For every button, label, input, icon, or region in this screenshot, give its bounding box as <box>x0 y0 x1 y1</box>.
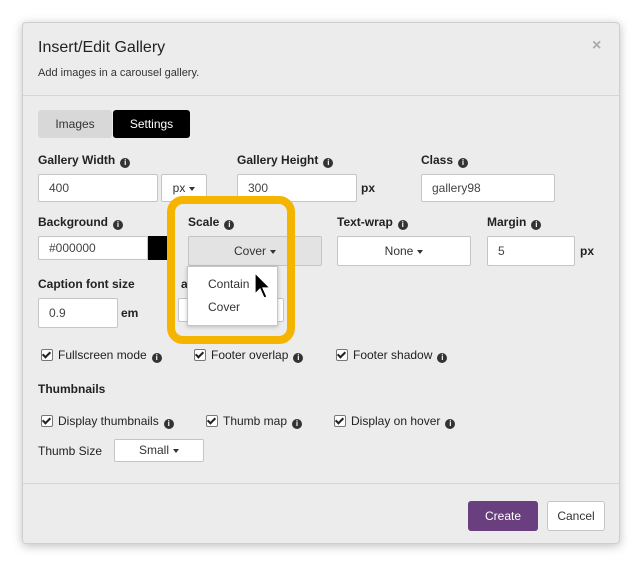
background-color-input[interactable]: #000000 <box>38 236 148 260</box>
caption-font-size-unit: em <box>121 306 139 320</box>
tab-settings[interactable]: Settings <box>113 110 190 138</box>
gallery-height-unit: px <box>361 181 376 195</box>
fullscreen-mode-label: Fullscreen mode i <box>58 348 162 363</box>
dialog-header: Insert/Edit Gallery Add images in a caro… <box>23 23 619 96</box>
info-icon[interactable]: i <box>323 158 334 168</box>
caret-down-icon <box>173 449 179 453</box>
footer-shadow-checkbox[interactable] <box>336 349 348 361</box>
info-icon[interactable]: i <box>397 220 408 230</box>
caption-font-size-input[interactable]: 0.9 <box>38 298 118 328</box>
info-icon[interactable]: i <box>458 158 469 168</box>
margin-unit: px <box>580 244 595 258</box>
margin-input[interactable]: 5 <box>487 236 575 266</box>
dialog-title: Insert/Edit Gallery <box>38 39 166 56</box>
close-icon[interactable]: × <box>592 37 601 55</box>
footer-overlap-label: Footer overlap i <box>211 348 304 363</box>
info-icon[interactable]: i <box>120 158 131 168</box>
display-thumbnails-label: Display thumbnails i <box>58 414 174 429</box>
gallery-width-input[interactable]: 400 <box>38 174 158 202</box>
footer-divider <box>23 483 619 484</box>
info-icon[interactable]: i <box>151 353 162 363</box>
tab-images[interactable]: Images <box>38 110 112 138</box>
info-icon[interactable]: i <box>292 419 303 429</box>
info-icon[interactable]: i <box>163 419 174 429</box>
caption-font-size-label: Caption font size <box>38 277 135 291</box>
info-icon[interactable]: i <box>531 220 542 230</box>
gallery-width-label: Gallery Width i <box>38 153 131 168</box>
text-wrap-label: Text-wrap i <box>337 215 408 230</box>
create-button[interactable]: Create <box>468 501 538 531</box>
scale-highlight-frame <box>167 196 295 344</box>
info-icon[interactable]: i <box>437 353 448 363</box>
info-icon[interactable]: i <box>113 220 124 230</box>
display-on-hover-checkbox[interactable] <box>334 415 346 427</box>
info-icon[interactable]: i <box>293 353 304 363</box>
thumb-map-checkbox[interactable] <box>206 415 218 427</box>
text-wrap-select[interactable]: None <box>337 236 471 266</box>
class-input[interactable]: gallery98 <box>421 174 555 202</box>
fullscreen-mode-checkbox[interactable] <box>41 349 53 361</box>
thumb-size-select[interactable]: Small <box>114 439 204 462</box>
caret-down-icon <box>417 250 424 254</box>
margin-label: Margin i <box>487 215 542 230</box>
thumbnails-heading: Thumbnails <box>38 382 106 396</box>
footer-shadow-label: Footer shadow i <box>353 348 448 363</box>
info-icon[interactable]: i <box>445 419 456 429</box>
dialog-subtitle: Add images in a carousel gallery. <box>38 67 200 79</box>
insert-edit-gallery-dialog: Insert/Edit Gallery Add images in a caro… <box>22 22 620 544</box>
thumb-size-label: Thumb Size <box>38 444 103 458</box>
mouse-cursor-icon <box>254 272 272 299</box>
footer-overlap-checkbox[interactable] <box>194 349 206 361</box>
display-thumbnails-checkbox[interactable] <box>41 415 53 427</box>
thumb-map-label: Thumb map i <box>223 414 303 429</box>
cancel-button[interactable]: Cancel <box>547 501 605 531</box>
gallery-height-label: Gallery Height i <box>237 153 334 168</box>
display-on-hover-label: Display on hover i <box>351 414 456 429</box>
background-label: Background i <box>38 215 124 230</box>
caret-down-icon <box>189 187 196 191</box>
class-label: Class i <box>421 153 469 168</box>
